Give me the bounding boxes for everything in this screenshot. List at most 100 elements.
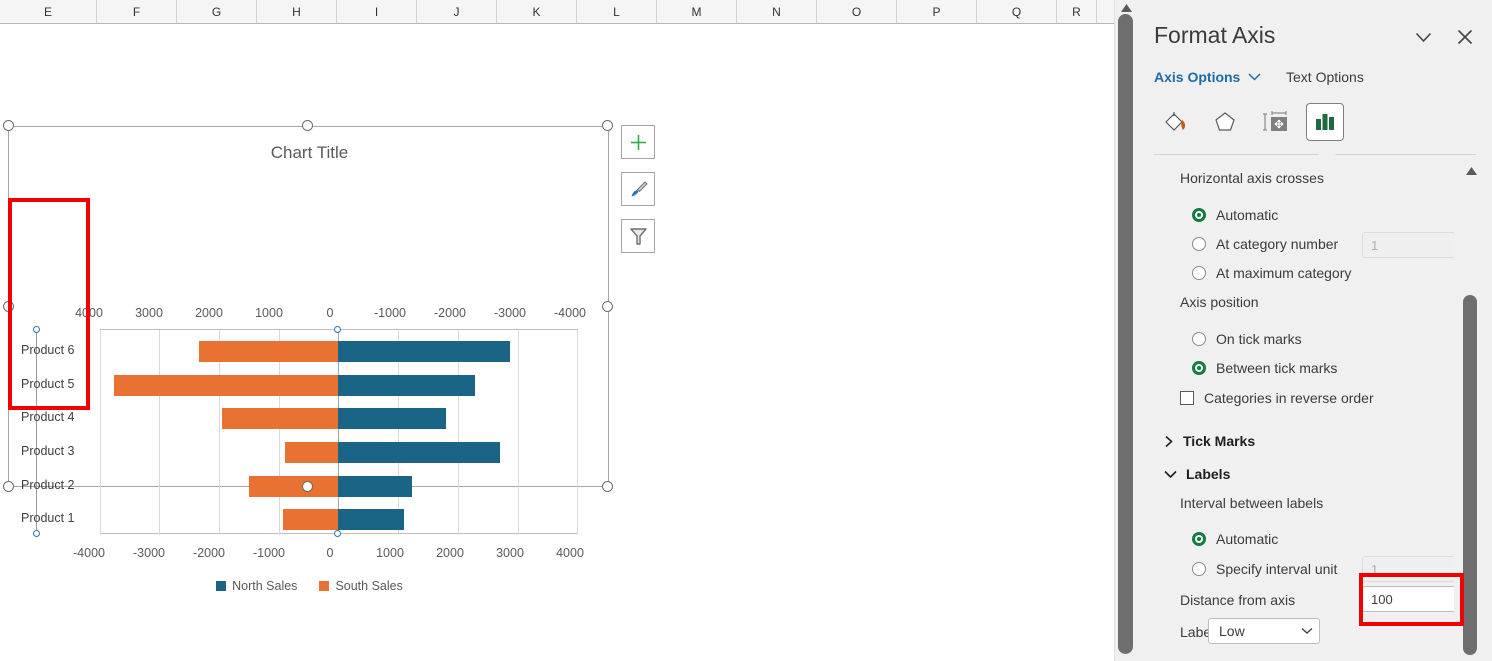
bar-south-product5[interactable] — [114, 375, 338, 396]
legend-item-south-sales[interactable]: South Sales — [319, 579, 403, 593]
bar-south-product1[interactable] — [283, 509, 338, 530]
column-header-E[interactable]: E — [0, 0, 97, 23]
gridline-3000 — [159, 330, 160, 535]
size-and-properties-icon[interactable] — [1257, 103, 1295, 141]
bar-north-product3[interactable] — [338, 442, 500, 463]
category-label-product4: Product 4 — [21, 410, 75, 424]
plot-area[interactable] — [100, 329, 578, 535]
column-header-K[interactable]: K — [497, 0, 577, 23]
chart-title[interactable]: Chart Title — [9, 143, 610, 163]
section-tick-marks[interactable]: Tick Marks — [1164, 433, 1255, 449]
bottom-axis-tick-n4000: -4000 — [73, 546, 105, 560]
distance-from-axis-input[interactable]: 100 — [1362, 586, 1454, 612]
bar-north-product1[interactable] — [338, 509, 404, 530]
axis-options-chart-icon[interactable] — [1306, 103, 1344, 141]
chart-object[interactable]: Chart Title 4000 3000 2000 1000 0 -1000 … — [8, 126, 610, 593]
checkbox-indicator — [1180, 391, 1194, 405]
column-header-R[interactable]: R — [1057, 0, 1097, 23]
bar-north-product5[interactable] — [338, 375, 475, 396]
paintbrush-icon — [631, 180, 648, 196]
chart-legend[interactable]: North Sales South Sales — [9, 579, 610, 593]
axis-selection-handle-left-bottom[interactable] — [33, 530, 40, 537]
radio-crosses-at-maximum-category[interactable]: At maximum category — [1192, 265, 1351, 281]
radio-specify-interval-unit[interactable]: Specify interval unit — [1192, 561, 1337, 577]
label-position-select[interactable]: Low — [1208, 618, 1320, 644]
chart-resize-handle-top-left[interactable] — [3, 120, 14, 131]
chevron-down-icon[interactable] — [1408, 24, 1438, 50]
bottom-axis-tick-2000: 2000 — [436, 546, 464, 560]
radio-interval-automatic[interactable]: Automatic — [1192, 531, 1278, 547]
tab-text-options[interactable]: Text Options — [1286, 69, 1364, 85]
label-position-value: Low — [1219, 623, 1245, 639]
column-header-J[interactable]: J — [417, 0, 497, 23]
bar-south-product2[interactable] — [249, 476, 338, 497]
bar-south-product4[interactable] — [222, 408, 338, 429]
bar-north-product4[interactable] — [338, 408, 446, 429]
legend-label-north: North Sales — [232, 579, 298, 593]
category-axis-line[interactable] — [36, 329, 37, 534]
column-header-G[interactable]: G — [177, 0, 257, 23]
scroll-up-arrow-icon[interactable] — [1119, 2, 1133, 14]
category-number-input[interactable]: 1 — [1362, 232, 1454, 258]
column-header-F[interactable]: F — [97, 0, 177, 23]
chart-resize-handle-bottom-right[interactable] — [602, 481, 613, 492]
effects-icon[interactable] — [1206, 103, 1244, 141]
worksheet-vertical-scrollbar[interactable] — [1114, 0, 1136, 661]
column-header-P[interactable]: P — [897, 0, 977, 23]
radio-indicator — [1192, 266, 1206, 280]
bar-south-product3[interactable] — [285, 442, 338, 463]
radio-indicator — [1192, 332, 1206, 346]
chart-filters-button[interactable] — [621, 219, 655, 253]
chart-elements-button[interactable] — [621, 125, 655, 159]
bottom-axis-tick-n2000: -2000 — [193, 546, 225, 560]
radio-label: Automatic — [1216, 531, 1279, 547]
radio-crosses-at-category-number[interactable]: At category number — [1192, 236, 1338, 252]
interval-unit-input[interactable]: 1 — [1362, 556, 1454, 582]
bar-north-product2[interactable] — [338, 476, 412, 497]
worksheet-scrollbar-thumb[interactable] — [1118, 14, 1133, 654]
chart-resize-handle-top-right[interactable] — [602, 120, 613, 131]
radio-on-tick-marks[interactable]: On tick marks — [1192, 331, 1302, 347]
fill-and-line-icon[interactable] — [1156, 103, 1194, 141]
top-axis-tick-3000: 3000 — [135, 306, 163, 320]
section-labels[interactable]: Labels — [1164, 466, 1230, 482]
chart-styles-button[interactable] — [621, 172, 655, 206]
column-header-row: E F G H I J K L M N O P Q R — [0, 0, 1114, 24]
column-header-I[interactable]: I — [337, 0, 417, 23]
radio-crosses-automatic[interactable]: Automatic — [1192, 207, 1278, 223]
column-header-N[interactable]: N — [737, 0, 817, 23]
tab-axis-options[interactable]: Axis Options — [1154, 69, 1261, 85]
checkbox-categories-in-reverse-order[interactable]: Categories in reverse order — [1180, 390, 1374, 406]
axis-selection-handle-top[interactable] — [334, 326, 341, 333]
radio-between-tick-marks[interactable]: Between tick marks — [1192, 360, 1337, 376]
pane-options-content[interactable]: Horizontal axis crosses Automatic At cat… — [1136, 160, 1454, 661]
format-axis-pane[interactable]: Format Axis Axis Options Text Options Ho… — [1136, 0, 1492, 661]
radio-indicator — [1192, 562, 1206, 576]
bar-south-product6[interactable] — [199, 341, 338, 362]
chart-resize-handle-bottom-center[interactable] — [302, 481, 313, 492]
bar-north-product6[interactable] — [338, 341, 510, 362]
gridline-n3000 — [518, 330, 519, 535]
column-header-H[interactable]: H — [257, 0, 337, 23]
legend-swatch-south — [319, 581, 330, 591]
column-header-L[interactable]: L — [577, 0, 657, 23]
pane-scrollbar-thumb[interactable] — [1463, 295, 1477, 655]
axis-selection-handle-left-top[interactable] — [33, 326, 40, 333]
heading-horizontal-axis-crosses: Horizontal axis crosses — [1180, 170, 1324, 186]
column-header-O[interactable]: O — [817, 0, 897, 23]
pane-scroll-up-arrow-icon[interactable] — [1464, 165, 1478, 177]
gridline-4000 — [100, 330, 101, 535]
chart-resize-handle-middle-right[interactable] — [602, 301, 613, 312]
chart-resize-handle-bottom-left[interactable] — [3, 481, 14, 492]
chevron-down-icon — [1248, 73, 1261, 81]
chart-resize-handle-middle-left[interactable] — [3, 301, 14, 312]
column-header-Q[interactable]: Q — [977, 0, 1057, 23]
column-header-M[interactable]: M — [657, 0, 737, 23]
bottom-axis-tick-n3000: -3000 — [133, 546, 165, 560]
chart-resize-handle-top-center[interactable] — [302, 120, 313, 131]
pane-vertical-scrollbar[interactable] — [1459, 160, 1483, 661]
close-icon[interactable] — [1450, 24, 1480, 50]
axis-selection-handle-bottom[interactable] — [334, 530, 341, 537]
legend-item-north-sales[interactable]: North Sales — [216, 579, 297, 593]
category-label-product3: Product 3 — [21, 444, 75, 458]
